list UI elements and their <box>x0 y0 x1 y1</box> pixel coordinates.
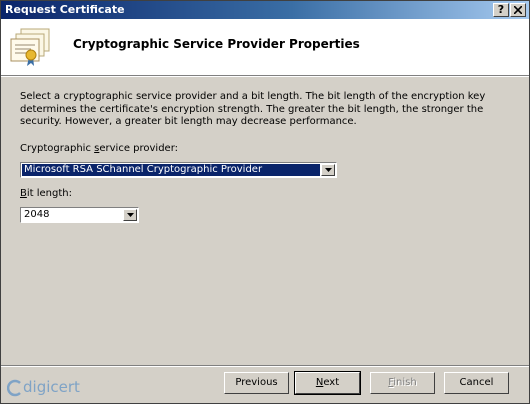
footer-divider-highlight <box>1 366 529 367</box>
bit-length-dropdown[interactable]: 2048 <box>20 207 139 223</box>
bit-length-label: Bit length: <box>20 188 72 199</box>
finish-button[interactable]: Finish <box>370 372 435 394</box>
chevron-down-icon <box>325 168 332 172</box>
title-bar[interactable]: Request Certificate ? <box>1 1 529 19</box>
request-certificate-dialog: Request Certificate ? Cryptographic Serv… <box>0 0 530 404</box>
csp-dropdown-button[interactable] <box>321 164 335 176</box>
bit-length-value: 2048 <box>24 209 50 220</box>
certificates-icon <box>10 28 50 66</box>
previous-button[interactable]: Previous <box>224 372 289 394</box>
csp-label: Cryptographic service provider: <box>20 143 179 154</box>
close-button[interactable] <box>510 3 526 17</box>
next-button[interactable]: Next <box>294 371 361 395</box>
wizard-header: Cryptographic Service Provider Propertie… <box>1 19 529 76</box>
window-title: Request Certificate <box>5 3 125 16</box>
bit-length-dropdown-button[interactable] <box>123 209 137 221</box>
csp-dropdown[interactable]: Microsoft RSA SChannel Cryptographic Pro… <box>20 162 337 178</box>
cancel-button[interactable]: Cancel <box>444 372 509 394</box>
csp-selected-value: Microsoft RSA SChannel Cryptographic Pro… <box>22 164 320 176</box>
header-divider <box>1 76 529 77</box>
help-button[interactable]: ? <box>493 3 509 17</box>
logo-text: digicert <box>23 378 80 396</box>
page-title: Cryptographic Service Provider Propertie… <box>73 37 360 51</box>
chevron-down-icon <box>127 213 134 217</box>
description-text: Select a cryptographic service provider … <box>20 91 486 127</box>
digicert-swoosh-icon <box>7 379 21 397</box>
close-icon <box>514 6 522 14</box>
